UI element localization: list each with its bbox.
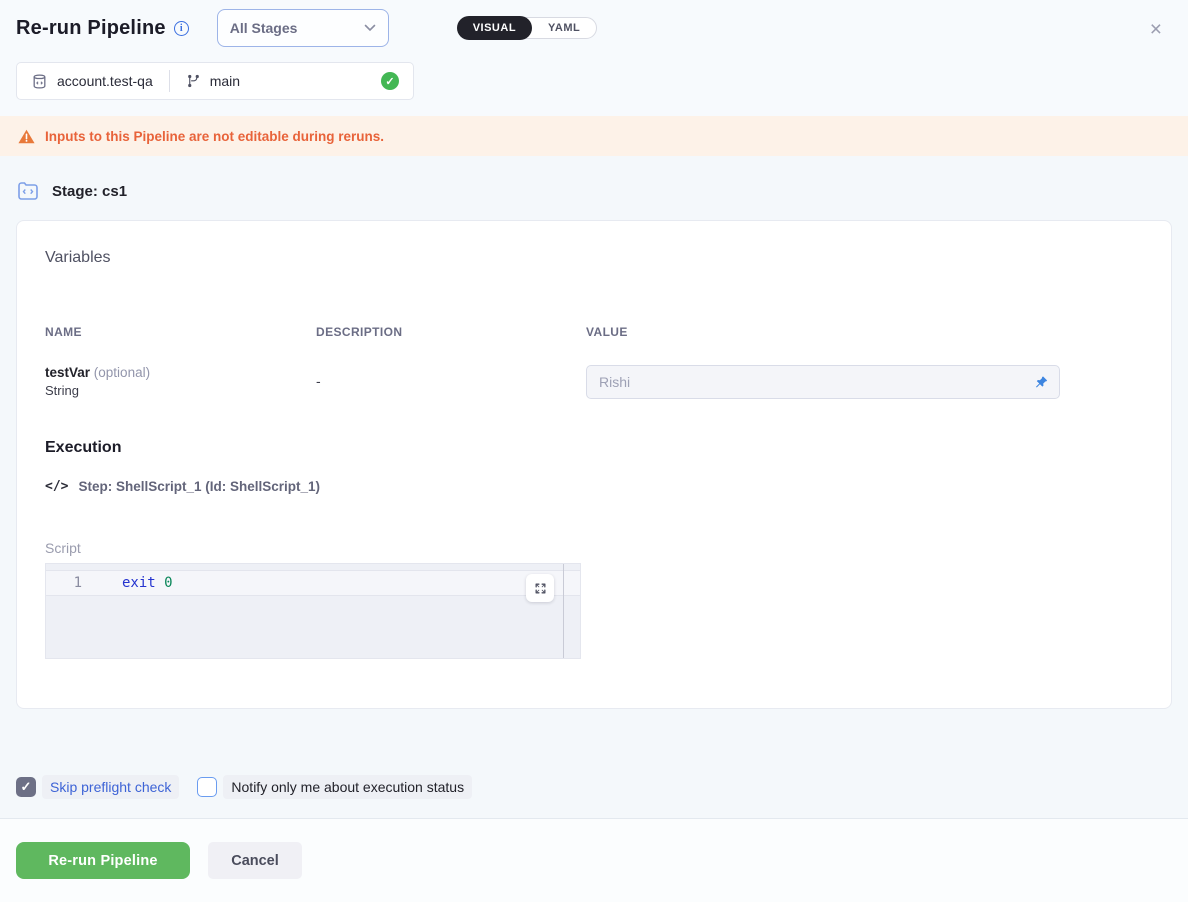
close-icon[interactable]: × bbox=[1150, 20, 1162, 40]
code-keyword: exit bbox=[122, 575, 156, 591]
rerun-pipeline-modal: Re-run Pipeline i All Stages VISUAL YAML… bbox=[0, 0, 1188, 902]
editor-scrollbar[interactable] bbox=[563, 564, 564, 658]
stage-heading: Stage: cs1 bbox=[16, 178, 1172, 204]
execution-section: Execution </> Step: ShellScript_1 (Id: S… bbox=[45, 439, 1143, 659]
variable-name: testVar bbox=[45, 365, 90, 380]
code-line: 1 exit 0 bbox=[46, 570, 580, 596]
repo-name: account.test-qa bbox=[57, 73, 153, 89]
tab-visual[interactable]: VISUAL bbox=[457, 16, 532, 40]
column-header-description: DESCRIPTION bbox=[316, 325, 586, 339]
cancel-button[interactable]: Cancel bbox=[208, 842, 302, 879]
code-text: exit 0 bbox=[102, 575, 173, 591]
git-branch-icon bbox=[186, 73, 201, 89]
branch-name: main bbox=[210, 73, 240, 89]
repository-icon bbox=[31, 73, 48, 90]
stage-selector-dropdown[interactable]: All Stages bbox=[217, 9, 389, 47]
chevron-down-icon bbox=[364, 24, 376, 32]
column-header-value: VALUE bbox=[586, 325, 1143, 339]
step-heading: </> Step: ShellScript_1 (Id: ShellScript… bbox=[45, 479, 1143, 494]
stage-name: Stage: cs1 bbox=[52, 183, 127, 200]
warning-triangle-icon bbox=[18, 129, 35, 144]
column-header-name: NAME bbox=[45, 325, 316, 339]
header-row: Re-run Pipeline i All Stages VISUAL YAML bbox=[16, 8, 1172, 48]
variable-value-field bbox=[586, 365, 1060, 399]
step-name: Step: ShellScript_1 (Id: ShellScript_1) bbox=[78, 479, 320, 494]
variable-name-line: testVar (optional) bbox=[45, 365, 316, 380]
branch-valid-check-icon: ✓ bbox=[381, 72, 399, 90]
stage-inputs-card: Variables NAME DESCRIPTION VALUE testVar… bbox=[16, 220, 1172, 709]
shell-script-step-icon: </> bbox=[45, 479, 68, 494]
divider bbox=[169, 70, 170, 92]
page-title: Re-run Pipeline bbox=[16, 17, 166, 40]
variable-description: - bbox=[316, 365, 586, 389]
notify-me-checkbox[interactable] bbox=[197, 777, 217, 797]
info-icon[interactable]: i bbox=[174, 21, 189, 36]
visual-yaml-toggle: VISUAL YAML bbox=[457, 17, 598, 39]
variable-optional-tag: (optional) bbox=[94, 365, 150, 380]
variable-value-input[interactable] bbox=[587, 374, 1059, 390]
pin-icon[interactable] bbox=[1031, 373, 1051, 393]
rerun-pipeline-button[interactable]: Re-run Pipeline bbox=[16, 842, 190, 879]
modal-header: Re-run Pipeline i All Stages VISUAL YAML… bbox=[0, 0, 1188, 116]
custom-stage-icon bbox=[16, 180, 40, 202]
warning-text: Inputs to this Pipeline are not editable… bbox=[45, 129, 384, 144]
code-argument: 0 bbox=[164, 575, 172, 591]
expand-editor-button[interactable] bbox=[526, 574, 554, 602]
repo-branch-selector[interactable]: account.test-qa main ✓ bbox=[16, 62, 414, 100]
variable-type: String bbox=[45, 383, 316, 398]
script-field-label: Script bbox=[45, 540, 1143, 556]
skip-preflight-checkbox[interactable]: ✓ bbox=[16, 777, 36, 797]
warning-banner: Inputs to this Pipeline are not editable… bbox=[0, 116, 1188, 156]
skip-preflight-label[interactable]: Skip preflight check bbox=[42, 775, 179, 799]
notify-me-label[interactable]: Notify only me about execution status bbox=[223, 775, 472, 799]
run-options: ✓ Skip preflight check Notify only me ab… bbox=[16, 773, 1172, 801]
checkmark-icon: ✓ bbox=[21, 779, 32, 795]
stage-selector-value: All Stages bbox=[230, 20, 298, 36]
modal-footer: Re-run Pipeline Cancel bbox=[0, 818, 1188, 902]
execution-section-title: Execution bbox=[45, 439, 1143, 457]
variable-row: testVar (optional) String - bbox=[45, 365, 1143, 399]
script-code-editor[interactable]: 1 exit 0 bbox=[45, 563, 581, 659]
variable-name-cell: testVar (optional) String bbox=[45, 365, 316, 398]
tab-yaml[interactable]: YAML bbox=[532, 17, 596, 39]
stage-form: Stage: cs1 Variables NAME DESCRIPTION VA… bbox=[0, 178, 1188, 801]
variables-section-title: Variables bbox=[45, 249, 1143, 267]
variables-table-header: NAME DESCRIPTION VALUE bbox=[45, 325, 1143, 339]
line-number: 1 bbox=[46, 575, 102, 591]
